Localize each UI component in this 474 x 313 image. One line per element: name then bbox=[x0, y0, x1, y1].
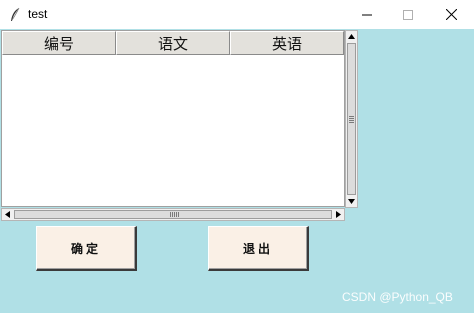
grip-icon bbox=[170, 212, 179, 217]
horizontal-scroll-thumb[interactable] bbox=[14, 210, 332, 219]
scroll-up-arrow-icon[interactable] bbox=[346, 31, 357, 42]
column-header-id[interactable]: 编号 bbox=[2, 31, 116, 55]
table-body[interactable] bbox=[2, 55, 344, 206]
exit-button[interactable]: 退出 bbox=[208, 226, 309, 271]
minimize-icon bbox=[362, 5, 372, 24]
data-table[interactable]: 编号 语文 英语 bbox=[1, 30, 345, 207]
scroll-right-arrow-icon[interactable] bbox=[333, 209, 344, 220]
close-icon bbox=[445, 5, 457, 24]
table-header: 编号 语文 英语 bbox=[2, 31, 344, 55]
confirm-button[interactable]: 确定 bbox=[36, 226, 137, 271]
title-bar: test bbox=[0, 0, 474, 29]
maximize-button[interactable] bbox=[385, 0, 431, 29]
minimize-button[interactable] bbox=[344, 0, 390, 29]
close-button[interactable] bbox=[428, 0, 474, 29]
horizontal-scrollbar[interactable] bbox=[1, 208, 345, 221]
window-title: test bbox=[28, 7, 48, 21]
scroll-left-arrow-icon[interactable] bbox=[2, 209, 13, 220]
column-header-chinese[interactable]: 语文 bbox=[116, 31, 230, 55]
maximize-icon bbox=[403, 5, 413, 24]
scroll-down-arrow-icon[interactable] bbox=[346, 196, 357, 207]
column-header-english[interactable]: 英语 bbox=[230, 31, 344, 55]
feather-icon bbox=[9, 7, 21, 23]
vertical-scrollbar[interactable] bbox=[345, 30, 358, 208]
scrollbar-corner bbox=[345, 208, 358, 221]
grip-icon bbox=[349, 116, 354, 123]
vertical-scroll-thumb[interactable] bbox=[347, 43, 356, 195]
watermark: CSDN @Python_QB bbox=[342, 290, 453, 304]
